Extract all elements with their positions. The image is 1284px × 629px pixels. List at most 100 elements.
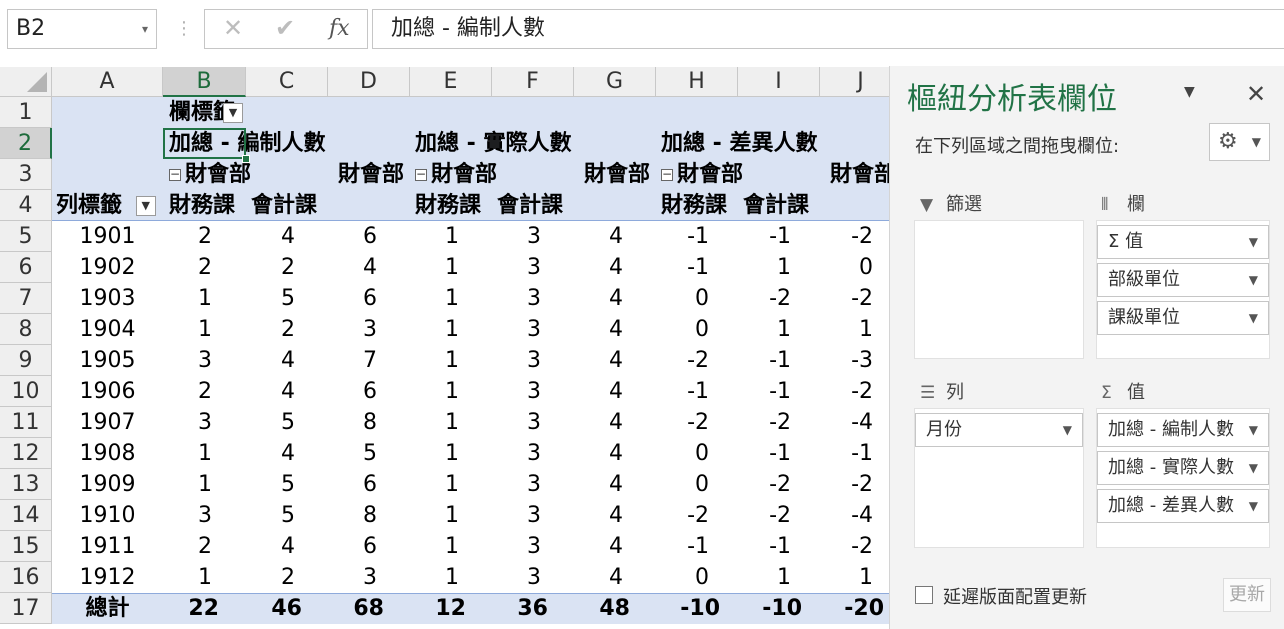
cell[interactable]: -1 <box>656 252 709 283</box>
table-row-month[interactable]: 1907 <box>52 407 163 438</box>
cell[interactable]: 1 <box>163 562 212 593</box>
cell[interactable]: 3 <box>163 345 212 376</box>
total-cell[interactable]: 12 <box>410 593 466 624</box>
value-field-diff[interactable]: 加總 - 差異人數 ▼ <box>1097 489 1269 523</box>
dept-group-actual[interactable]: − 財會部 <box>415 159 497 190</box>
cell[interactable]: 1 <box>820 562 873 593</box>
cell[interactable]: 1 <box>410 376 459 407</box>
cell[interactable]: 4 <box>574 531 623 562</box>
pivot-row-labels[interactable]: 列標籤 ▼ <box>56 190 156 221</box>
cell[interactable]: 6 <box>328 376 377 407</box>
cell[interactable]: 2 <box>163 531 212 562</box>
row-header-16[interactable]: 16 <box>0 562 52 593</box>
column-header-e[interactable]: E <box>410 67 492 97</box>
cell[interactable]: 1 <box>410 562 459 593</box>
chevron-down-icon[interactable]: ▼ <box>1249 414 1258 446</box>
cell[interactable]: -1 <box>738 438 791 469</box>
column-header-g[interactable]: G <box>574 67 656 97</box>
cell[interactable]: 5 <box>246 407 295 438</box>
cell[interactable]: 1 <box>410 438 459 469</box>
cell[interactable]: -2 <box>738 407 791 438</box>
row-header-8[interactable]: 8 <box>0 314 52 345</box>
row-header-14[interactable]: 14 <box>0 500 52 531</box>
cell[interactable]: 1 <box>820 314 873 345</box>
cell[interactable]: -1 <box>656 376 709 407</box>
cell[interactable]: -1 <box>656 221 709 252</box>
table-row-month[interactable]: 1909 <box>52 469 163 500</box>
value-header-actual[interactable]: 加總 - 實際人數 <box>415 128 571 159</box>
cell[interactable]: 1 <box>410 283 459 314</box>
table-row-month[interactable]: 1906 <box>52 376 163 407</box>
cell[interactable]: 1 <box>163 314 212 345</box>
cell[interactable]: 3 <box>492 221 541 252</box>
column-header-f[interactable]: F <box>492 67 574 97</box>
row-header-11[interactable]: 11 <box>0 407 52 438</box>
cell[interactable]: 3 <box>163 500 212 531</box>
cell[interactable]: 3 <box>492 283 541 314</box>
cell[interactable]: 5 <box>246 500 295 531</box>
cell[interactable]: 4 <box>574 562 623 593</box>
cell[interactable]: 5 <box>246 469 295 500</box>
cell[interactable]: 6 <box>328 283 377 314</box>
cell[interactable]: 1 <box>410 221 459 252</box>
total-cell[interactable]: 22 <box>163 593 219 624</box>
cell[interactable]: 1 <box>410 469 459 500</box>
cell[interactable]: -2 <box>656 345 709 376</box>
cell[interactable]: 6 <box>328 221 377 252</box>
cell[interactable]: -2 <box>820 469 873 500</box>
cell[interactable]: 1 <box>410 531 459 562</box>
row-header-17[interactable]: 17 <box>0 593 52 624</box>
value-field-planned[interactable]: 加總 - 編制人數 ▼ <box>1097 413 1269 447</box>
total-cell[interactable]: -10 <box>656 593 720 624</box>
cell[interactable]: 0 <box>656 562 709 593</box>
cell[interactable]: 3 <box>492 345 541 376</box>
cell[interactable]: -2 <box>738 469 791 500</box>
cell[interactable]: 3 <box>492 314 541 345</box>
cell[interactable]: 3 <box>492 469 541 500</box>
cell[interactable]: 2 <box>246 562 295 593</box>
pivot-column-labels[interactable]: 欄標籤▼ <box>169 97 244 128</box>
total-cell[interactable]: 46 <box>246 593 302 624</box>
cell[interactable]: 4 <box>574 376 623 407</box>
cell[interactable]: 4 <box>574 221 623 252</box>
cell[interactable]: 4 <box>574 407 623 438</box>
column-header-c[interactable]: C <box>246 67 328 97</box>
chevron-down-icon[interactable]: ▾ <box>142 10 148 48</box>
cell[interactable]: 0 <box>656 283 709 314</box>
row-header-15[interactable]: 15 <box>0 531 52 562</box>
column-header-h[interactable]: H <box>656 67 738 97</box>
dept-group-planned[interactable]: − 財會部 <box>169 159 251 190</box>
collapse-icon[interactable]: − <box>661 168 673 181</box>
cell[interactable]: 4 <box>574 469 623 500</box>
cell[interactable]: 3 <box>492 562 541 593</box>
filter-dropdown-icon[interactable]: ▼ <box>135 196 156 216</box>
cell[interactable]: 2 <box>246 252 295 283</box>
collapse-icon[interactable]: − <box>169 168 181 181</box>
cell[interactable]: 4 <box>328 252 377 283</box>
cell[interactable]: 4 <box>246 438 295 469</box>
row-header-7[interactable]: 7 <box>0 283 52 314</box>
grand-total-label[interactable]: 總計 <box>52 593 163 624</box>
table-row-month[interactable]: 1908 <box>52 438 163 469</box>
cell[interactable]: 3 <box>492 500 541 531</box>
row-header-4[interactable]: 4 <box>0 190 52 221</box>
row-header-9[interactable]: 9 <box>0 345 52 376</box>
dept-group-diff[interactable]: − 財會部 <box>661 159 743 190</box>
cell[interactable]: -1 <box>738 345 791 376</box>
cell[interactable]: 0 <box>656 314 709 345</box>
table-row-month[interactable]: 1903 <box>52 283 163 314</box>
cell[interactable]: 0 <box>820 252 873 283</box>
cell[interactable]: -1 <box>738 531 791 562</box>
cell[interactable]: 4 <box>574 500 623 531</box>
cell[interactable]: 5 <box>246 283 295 314</box>
cell[interactable]: 3 <box>328 314 377 345</box>
column-header-b[interactable]: B <box>163 67 246 97</box>
row-header-1[interactable]: 1 <box>0 97 52 128</box>
cell[interactable]: 1 <box>163 438 212 469</box>
cell[interactable]: 8 <box>328 407 377 438</box>
cell[interactable]: 7 <box>328 345 377 376</box>
cell[interactable]: -2 <box>656 407 709 438</box>
cell[interactable]: 4 <box>574 252 623 283</box>
select-all-button[interactable] <box>0 67 52 97</box>
row-header-10[interactable]: 10 <box>0 376 52 407</box>
